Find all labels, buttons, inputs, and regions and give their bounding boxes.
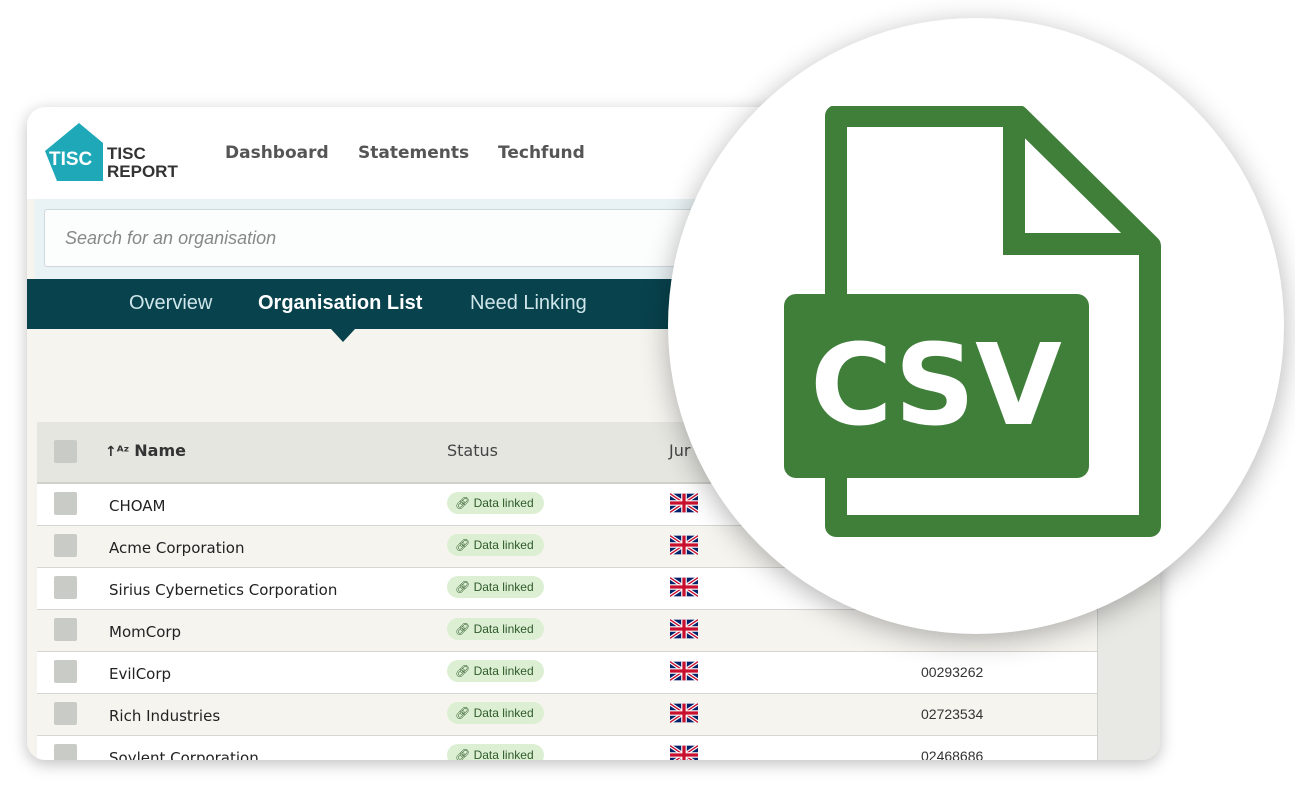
organisation-name[interactable]: EvilCorp <box>109 665 171 683</box>
status-badge: 🔗︎ Data linked <box>447 576 544 598</box>
organisation-name[interactable]: Soylent Corporation <box>109 749 259 760</box>
status-label: Data linked <box>473 538 534 552</box>
jurisdiction-column-header: Jur <box>669 441 691 460</box>
link-icon: 🔗︎ <box>455 538 474 552</box>
active-tab-indicator <box>331 329 355 342</box>
company-number: 02468686 <box>921 748 984 760</box>
status-label: Data linked <box>473 580 534 594</box>
row-checkbox[interactable] <box>54 576 77 599</box>
status-label: Data linked <box>473 664 534 678</box>
status-label: Data linked <box>473 622 534 636</box>
link-icon: 🔗︎ <box>455 748 474 760</box>
table-row[interactable]: Rich Industries 🔗︎ Data linked 02723534 <box>37 694 1097 736</box>
svg-text:TISC: TISC <box>49 149 93 170</box>
organisation-name[interactable]: Rich Industries <box>109 707 220 725</box>
row-checkbox[interactable] <box>54 744 77 760</box>
uk-flag-icon <box>668 492 700 514</box>
link-icon: 🔗︎ <box>455 622 474 636</box>
organisation-name[interactable]: Acme Corporation <box>109 539 244 557</box>
row-checkbox[interactable] <box>54 492 77 515</box>
row-checkbox[interactable] <box>54 702 77 725</box>
uk-flag-icon <box>668 660 700 682</box>
status-badge: 🔗︎ Data linked <box>447 492 544 514</box>
organisation-name[interactable]: Sirius Cybernetics Corporation <box>109 581 337 599</box>
uk-flag-icon <box>668 744 700 760</box>
svg-text:CSV: CSV <box>810 321 1062 451</box>
tab-overview[interactable]: Overview <box>129 292 212 315</box>
status-badge: 🔗︎ Data linked <box>447 618 544 640</box>
status-badge: 🔗︎ Data linked <box>447 744 544 760</box>
tab-need-linking[interactable]: Need Linking <box>470 292 587 315</box>
table-row[interactable]: Soylent Corporation 🔗︎ Data linked 02468… <box>37 736 1097 760</box>
link-icon: 🔗︎ <box>455 496 474 510</box>
link-icon: 🔗︎ <box>455 580 474 594</box>
status-label: Data linked <box>473 706 534 720</box>
uk-flag-icon <box>668 618 700 640</box>
search-input[interactable]: Search for an organisation <box>44 209 744 267</box>
link-icon: 🔗︎ <box>455 664 474 678</box>
csv-file-icon: CSV <box>784 106 1161 537</box>
table-row[interactable]: EvilCorp 🔗︎ Data linked 00293262 <box>37 652 1097 694</box>
tab-organisation-list[interactable]: Organisation List <box>258 292 422 315</box>
select-all-checkbox[interactable] <box>54 440 77 463</box>
svg-text:REPORT: REPORT <box>107 162 178 181</box>
svg-text:TISC: TISC <box>107 144 146 163</box>
status-label: Data linked <box>473 496 534 510</box>
company-number: 02723534 <box>921 706 984 722</box>
name-column-header[interactable]: ↑ᴬᶻ Name <box>105 441 186 460</box>
organisation-name[interactable]: MomCorp <box>109 623 181 641</box>
company-number: 00293262 <box>921 664 984 680</box>
name-header-label: Name <box>134 441 186 460</box>
nav-techfund[interactable]: Techfund <box>498 143 585 163</box>
link-icon: 🔗︎ <box>455 706 474 720</box>
organisation-name[interactable]: CHOAM <box>109 497 166 515</box>
uk-flag-icon <box>668 534 700 556</box>
row-checkbox[interactable] <box>54 534 77 557</box>
sort-icon: ↑ᴬᶻ <box>105 444 135 460</box>
status-badge: 🔗︎ Data linked <box>447 660 544 682</box>
status-badge: 🔗︎ Data linked <box>447 702 544 724</box>
nav-dashboard[interactable]: Dashboard <box>225 143 329 163</box>
nav-statements[interactable]: Statements <box>358 143 469 163</box>
uk-flag-icon <box>668 576 700 598</box>
status-badge: 🔗︎ Data linked <box>447 534 544 556</box>
row-checkbox[interactable] <box>54 660 77 683</box>
status-label: Data linked <box>473 748 534 760</box>
uk-flag-icon <box>668 702 700 724</box>
status-column-header: Status <box>447 441 498 460</box>
row-checkbox[interactable] <box>54 618 77 641</box>
tisc-report-logo[interactable]: TISC TISC REPORT <box>43 121 183 185</box>
